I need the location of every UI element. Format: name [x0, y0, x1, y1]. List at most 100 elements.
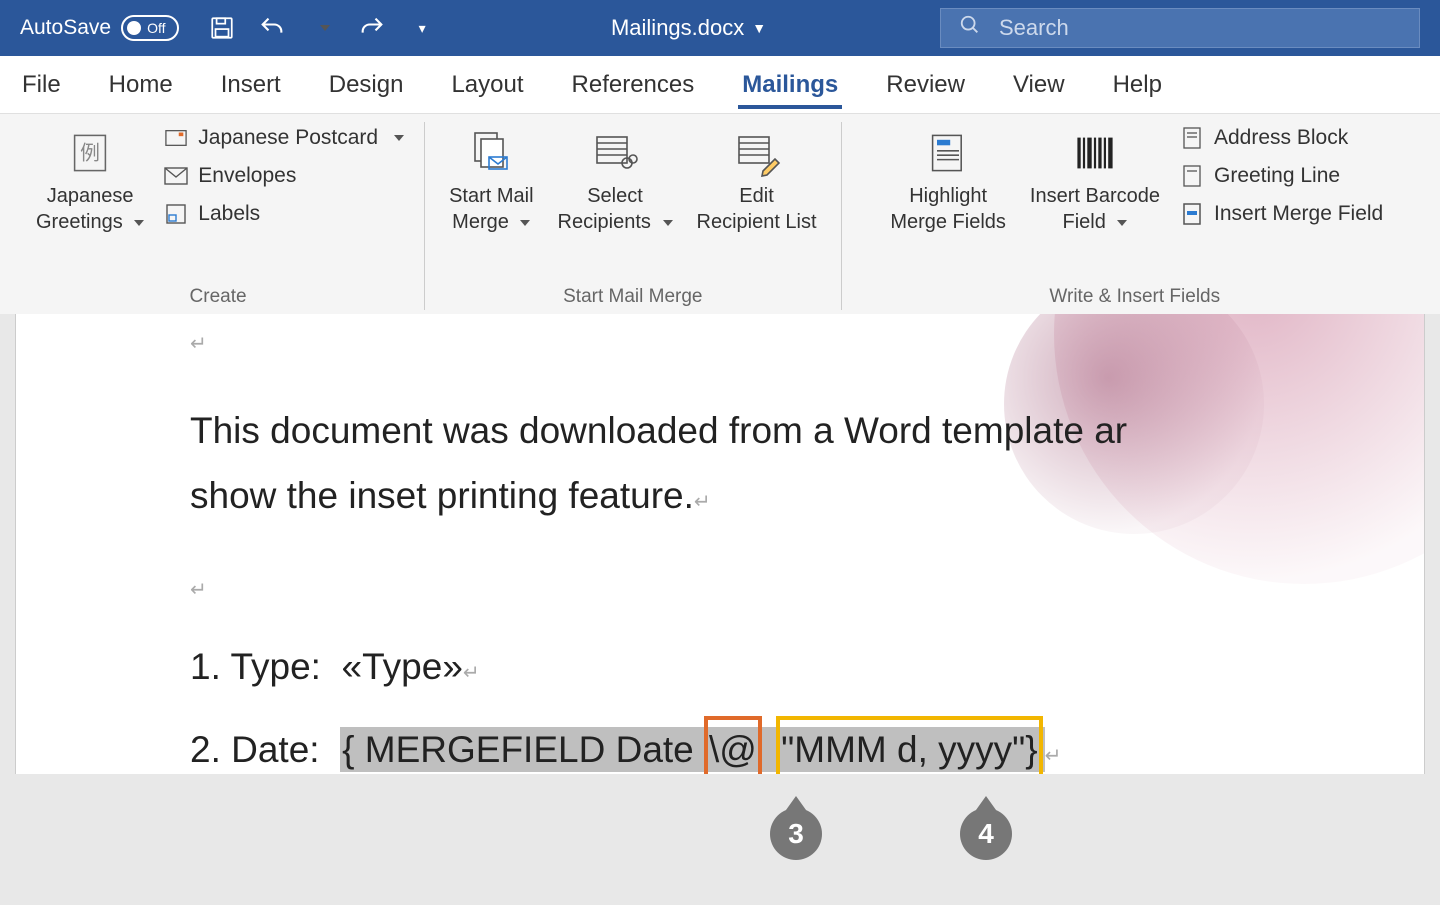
callout-bubble-3: 3 [770, 808, 822, 860]
postcard-icon [164, 126, 188, 150]
undo-dropdown-icon[interactable] [307, 13, 337, 43]
chevron-down-icon [388, 126, 404, 150]
tab-insert[interactable]: Insert [217, 61, 285, 109]
tab-mailings[interactable]: Mailings [738, 61, 842, 109]
redo-icon[interactable] [357, 13, 387, 43]
callout-highlight-3: \@ [704, 716, 762, 774]
label-line: Insert Barcode [1030, 184, 1160, 208]
tab-help[interactable]: Help [1109, 61, 1166, 109]
label-line: Start Mail [449, 184, 533, 208]
label: Labels [198, 202, 260, 226]
callout-number: 4 [978, 818, 994, 850]
chevron-down-icon [128, 211, 144, 233]
labels-icon [164, 202, 188, 226]
callout-bubble-4: 4 [960, 808, 1012, 860]
ribbon-group-start-mail-merge: Start Mail Merge Select Recipients Edit … [424, 122, 840, 310]
label: Insert Merge Field [1214, 202, 1383, 226]
document-scroll-area[interactable]: ↵ This document was downloaded from a Wo… [0, 314, 1440, 905]
select-recipients-button[interactable]: Select Recipients [546, 122, 685, 240]
autosave-state: Off [147, 20, 165, 36]
tab-review[interactable]: Review [882, 61, 969, 109]
insert-merge-field-button[interactable]: Insert Merge Field [1180, 202, 1383, 226]
barcode-icon [1070, 128, 1120, 178]
address-block-button[interactable]: Address Block [1180, 126, 1383, 150]
envelopes-button[interactable]: Envelopes [164, 164, 404, 188]
group-label: Start Mail Merge [563, 282, 702, 310]
group-label: Create [190, 282, 247, 310]
chevron-down-icon [514, 211, 530, 233]
save-icon[interactable] [207, 13, 237, 43]
label-line: Merge [452, 211, 509, 233]
search-box[interactable]: Search [940, 8, 1420, 48]
highlight-merge-fields-icon [923, 128, 973, 178]
labels-button[interactable]: Labels [164, 202, 404, 226]
merge-field-code[interactable]: { MERGEFIELD Date \@ "MMM d, yyyy"} [340, 727, 1045, 772]
tab-view[interactable]: View [1009, 61, 1069, 109]
envelope-icon [164, 164, 188, 188]
search-icon [959, 14, 981, 42]
chevron-down-icon [1111, 211, 1127, 233]
body-text: show the inset printing feature. [190, 475, 694, 516]
label: Envelopes [198, 164, 296, 188]
merge-field-placeholder: «Type» [342, 646, 463, 687]
paragraph-mark-icon: ↵ [463, 662, 480, 684]
callout-number: 3 [788, 818, 804, 850]
field-code-text: { MERGEFIELD Date [342, 729, 704, 770]
start-mail-merge-button[interactable]: Start Mail Merge [437, 122, 545, 240]
start-mail-merge-icon [466, 128, 516, 178]
autosave-switch[interactable]: Off [121, 15, 179, 41]
title-dropdown-icon[interactable]: ▼ [752, 20, 766, 36]
label: Address Block [1214, 126, 1348, 150]
tab-references[interactable]: References [568, 61, 699, 109]
callout-highlight-4: "MMM d, yyyy"} [776, 716, 1043, 774]
chevron-down-icon [657, 211, 673, 233]
label-line: Recipients [558, 211, 651, 233]
edit-recipient-list-button[interactable]: Edit Recipient List [685, 122, 829, 240]
qat-customize-icon[interactable]: ▾ [407, 13, 437, 43]
search-placeholder: Search [999, 15, 1069, 41]
label-line: Merge Fields [890, 210, 1006, 234]
filename-label: Mailings.docx [611, 15, 744, 41]
label-line: Field [1063, 211, 1106, 233]
label-line: Highlight [909, 184, 987, 208]
label-line: Recipient List [697, 210, 817, 234]
highlight-merge-fields-button[interactable]: Highlight Merge Fields [878, 122, 1018, 240]
list-item-label: 2. Date: [190, 729, 320, 770]
edit-recipient-list-icon [732, 128, 782, 178]
label-line: Greetings [36, 211, 123, 233]
paragraph-mark-icon: ↵ [694, 491, 711, 513]
tab-home[interactable]: Home [105, 61, 177, 109]
label-line: Select [587, 184, 643, 208]
tab-design[interactable]: Design [325, 61, 408, 109]
japanese-greetings-icon: 例 [65, 128, 115, 178]
greeting-line-button[interactable]: Greeting Line [1180, 164, 1383, 188]
field-code-format: "MMM d, yyyy"} [781, 729, 1038, 770]
insert-merge-field-icon [1180, 202, 1204, 226]
document-body[interactable]: ↵ This document was downloaded from a Wo… [16, 314, 1424, 774]
select-recipients-icon [590, 128, 640, 178]
label-line: Edit [739, 184, 773, 208]
autosave-toggle[interactable]: AutoSave Off [20, 15, 179, 41]
ribbon-group-write-insert: Highlight Merge Fields Insert Barcode Fi… [841, 122, 1428, 310]
label: Japanese Postcard [198, 126, 378, 150]
document-title[interactable]: Mailings.docx ▼ [437, 15, 940, 41]
japanese-postcard-button[interactable]: Japanese Postcard [164, 126, 404, 150]
paragraph-mark-icon: ↵ [190, 333, 207, 355]
ribbon-group-create: 例 Japanese Greetings Japanese Postcard E… [12, 122, 424, 310]
paragraph-mark-icon: ↵ [190, 579, 207, 601]
ribbon-tabs: File Home Insert Design Layout Reference… [0, 56, 1440, 114]
address-block-icon [1180, 126, 1204, 150]
document-page[interactable]: ↵ This document was downloaded from a Wo… [15, 314, 1425, 774]
autosave-label: AutoSave [20, 16, 111, 40]
japanese-greetings-button[interactable]: 例 Japanese Greetings [24, 122, 156, 240]
tab-layout[interactable]: Layout [447, 61, 527, 109]
toggle-knob-icon [127, 21, 141, 35]
insert-barcode-field-button[interactable]: Insert Barcode Field [1018, 122, 1172, 240]
undo-icon[interactable] [257, 13, 287, 43]
tab-file[interactable]: File [18, 61, 65, 109]
greeting-line-icon [1180, 164, 1204, 188]
ribbon: 例 Japanese Greetings Japanese Postcard E… [0, 114, 1440, 314]
svg-text:例: 例 [80, 143, 100, 165]
label-line: Japanese [47, 184, 134, 208]
paragraph-mark-icon: ↵ [1045, 745, 1062, 767]
